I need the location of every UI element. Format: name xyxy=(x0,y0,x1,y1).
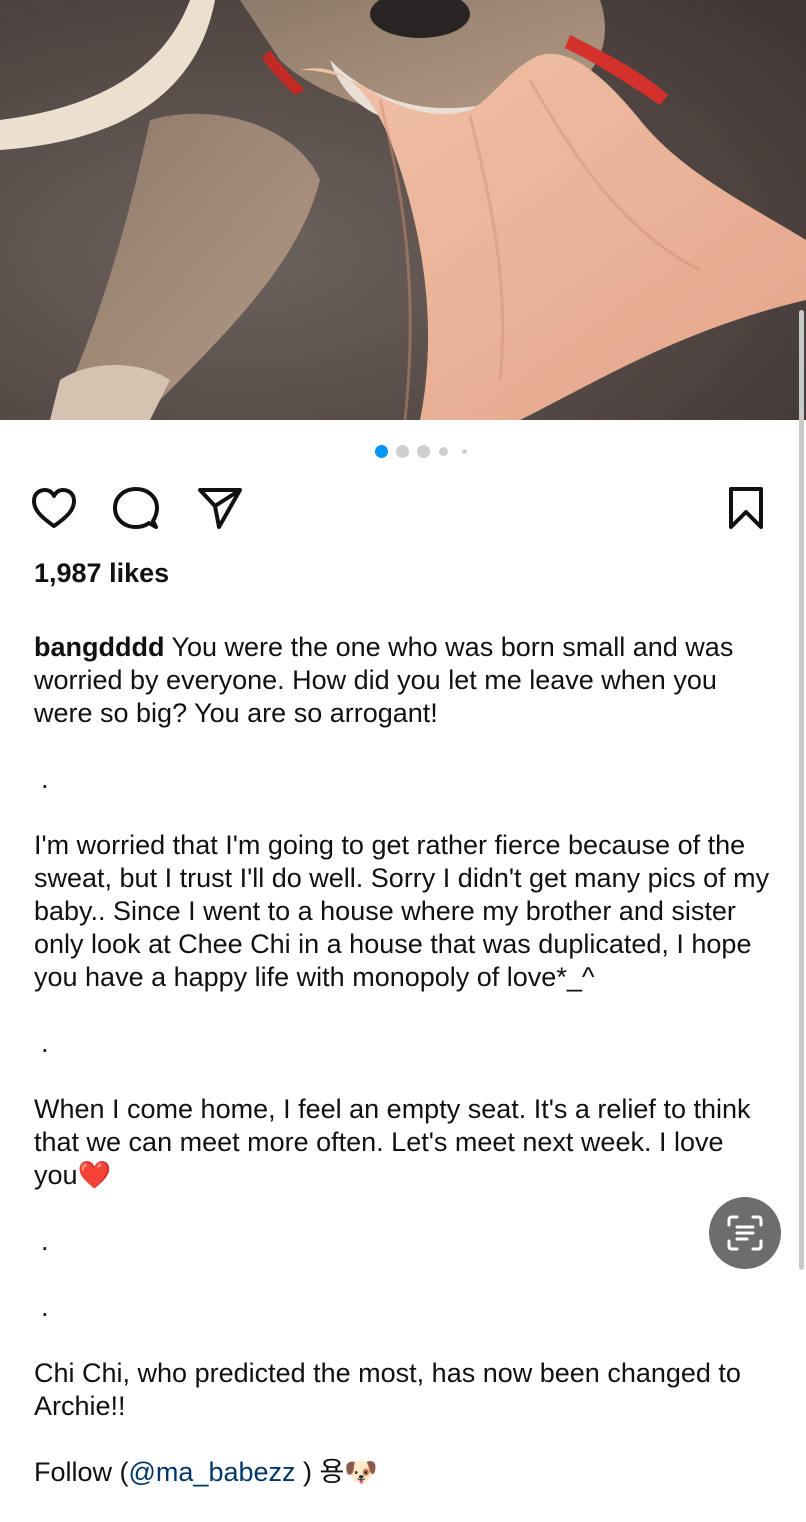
likes-count[interactable]: 1,987 likes xyxy=(34,557,169,589)
post-action-bar xyxy=(0,484,806,532)
puppy-photo xyxy=(0,0,806,420)
live-text-button[interactable] xyxy=(709,1197,781,1269)
caption-separator: . xyxy=(41,764,49,794)
heart-icon xyxy=(32,488,76,528)
caption-paragraph: When I come home, I feel an empty seat. … xyxy=(34,1093,774,1192)
caption-follow-line: Follow (@ma_babezz ) 용🐶 xyxy=(34,1456,774,1489)
caption-text: Follow ( xyxy=(34,1457,129,1487)
caption-text: When I come home, I feel an empty seat. … xyxy=(34,1094,751,1190)
bookmark-icon xyxy=(729,487,763,529)
carousel-dot xyxy=(396,445,409,458)
caption-separator: . xyxy=(41,1226,49,1256)
scrollbar[interactable] xyxy=(799,310,804,1270)
comment-icon xyxy=(113,487,159,529)
carousel-indicator xyxy=(0,444,806,458)
caption-paragraph: Chi Chi, who predicted the most, has now… xyxy=(34,1358,741,1421)
mention-link[interactable]: @ma_babezz xyxy=(129,1457,296,1487)
caption-text: ) 용 xyxy=(295,1457,345,1487)
comment-button[interactable] xyxy=(112,484,160,532)
live-text-icon xyxy=(727,1215,763,1251)
carousel-dot xyxy=(439,447,448,456)
save-button[interactable] xyxy=(722,484,770,532)
like-button[interactable] xyxy=(30,484,78,532)
share-button[interactable] xyxy=(196,484,244,532)
carousel-dot xyxy=(417,445,430,458)
post-photo[interactable] xyxy=(0,0,806,420)
caption-paragraph: bangdddd You were the one who was born s… xyxy=(34,631,774,730)
caption-separator: . xyxy=(41,1028,49,1058)
caption-separator: . xyxy=(41,1292,49,1322)
carousel-dot-active xyxy=(375,445,388,458)
username-link[interactable]: bangdddd xyxy=(34,632,164,662)
red-heart-emoji: ❤️ xyxy=(77,1160,112,1190)
paper-plane-icon xyxy=(198,488,242,529)
caption-paragraph: I'm worried that I'm going to get rather… xyxy=(34,830,770,992)
dog-face-emoji: 🐶 xyxy=(344,1457,378,1487)
carousel-dot xyxy=(462,449,467,454)
post-caption: bangdddd You were the one who was born s… xyxy=(34,598,774,1522)
